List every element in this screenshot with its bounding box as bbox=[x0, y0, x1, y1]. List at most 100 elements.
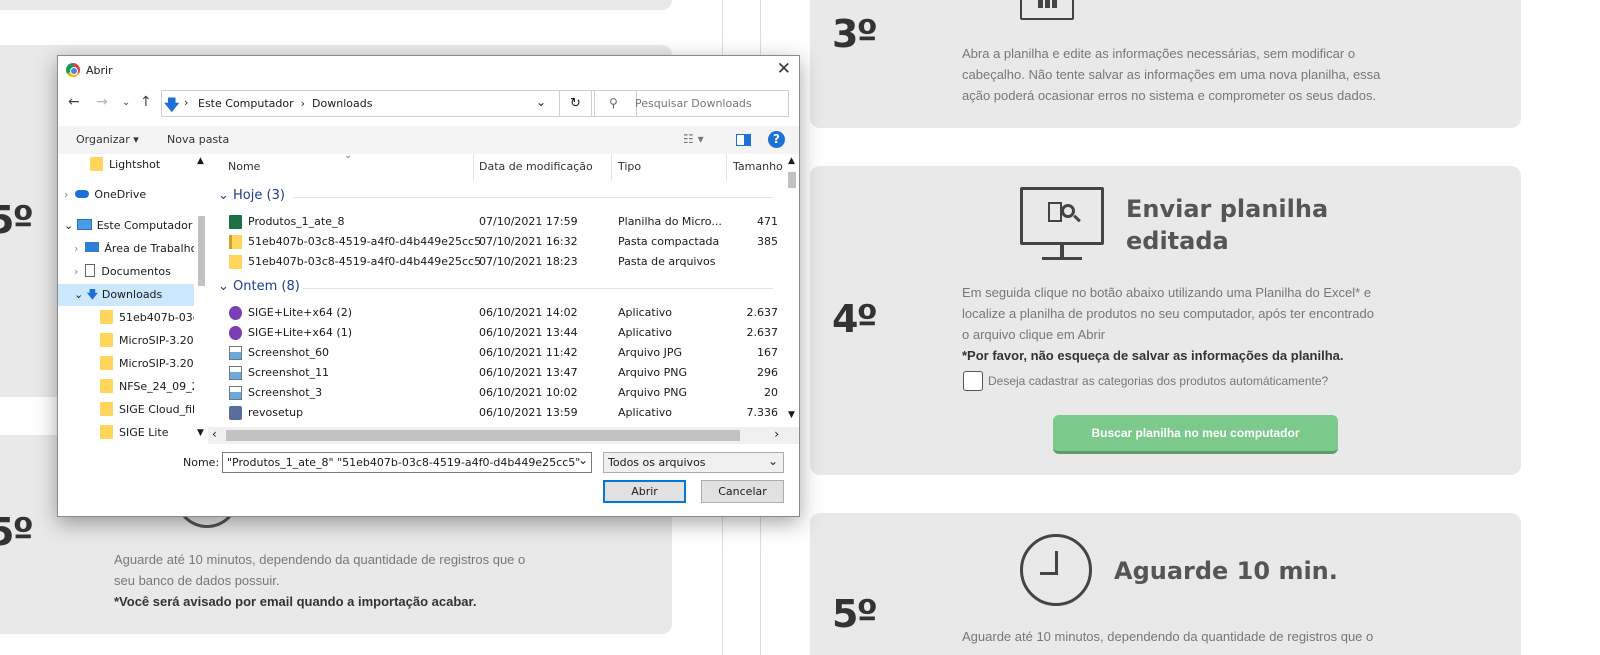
file-name-dropdown-icon[interactable]: ⌄ bbox=[578, 453, 588, 467]
file-name: 51eb407b-03c8-4519-a4f0-d4b449e25cc5 bbox=[248, 255, 482, 268]
tree-item-desktop[interactable]: › Área de Trabalho bbox=[74, 238, 197, 260]
top-left-card bbox=[0, 0, 672, 10]
tree-scroll-thumb[interactable] bbox=[198, 216, 205, 286]
tree-item-onedrive[interactable]: › OneDrive bbox=[64, 184, 146, 206]
image-file-icon bbox=[229, 366, 242, 380]
excel-icon bbox=[229, 215, 242, 229]
file-type: Pasta de arquivos bbox=[618, 255, 716, 268]
file-row[interactable]: SIGE+Lite+x64 (1) 06/10/2021 13:44 Aplic… bbox=[208, 323, 788, 343]
up-arrow-icon[interactable]: ↑ bbox=[140, 94, 152, 110]
group-header-yesterday[interactable]: ⌄ Ontem (8) bbox=[218, 279, 300, 294]
horizontal-scroll-thumb[interactable] bbox=[226, 430, 740, 441]
file-row[interactable]: revosetup 06/10/2021 13:59 Aplicativo 7.… bbox=[208, 403, 788, 423]
search-downloads-input[interactable]: ⚲ Pesquisar Downloads bbox=[594, 90, 789, 117]
tree-item-this-pc[interactable]: ⌄ Este Computador bbox=[64, 215, 192, 237]
group-label: Ontem (8) bbox=[233, 279, 300, 294]
file-size: 471 bbox=[757, 215, 778, 228]
step3-line3: ação poderá ocasionar erros no sistema e… bbox=[962, 88, 1377, 103]
address-chevron-down-icon[interactable]: ⌄ bbox=[536, 95, 546, 109]
cancel-button[interactable]: Cancelar bbox=[701, 480, 784, 503]
file-list: Nome ⌄ Data de modificação Tipo Tamanho … bbox=[208, 154, 799, 427]
forward-arrow-icon[interactable]: → bbox=[96, 94, 108, 110]
preview-pane-icon[interactable] bbox=[736, 134, 751, 146]
list-horizontal-scrollbar[interactable]: ‹ › bbox=[208, 427, 799, 444]
group-header-today[interactable]: ⌄ Hoje (3) bbox=[218, 188, 285, 203]
file-type: Aplicativo bbox=[618, 326, 673, 339]
auto-categories-label: Deseja cadastrar as categorias dos produ… bbox=[988, 374, 1329, 388]
file-name-input[interactable]: "Produtos_1_ate_8" "51eb407b-03c8-4519-a… bbox=[222, 452, 592, 473]
file-row[interactable]: Screenshot_11 06/10/2021 13:47 Arquivo P… bbox=[208, 363, 788, 383]
left-wait-note: *Você será avisado por email quando a im… bbox=[114, 594, 477, 609]
column-name[interactable]: Nome bbox=[228, 160, 260, 173]
folder-icon bbox=[229, 255, 242, 269]
scroll-down-icon[interactable]: ▼ bbox=[197, 428, 204, 438]
close-icon[interactable]: ✕ bbox=[777, 59, 791, 79]
scroll-down-icon[interactable]: ▼ bbox=[788, 410, 795, 420]
file-row[interactable]: 51eb407b-03c8-4519-a4f0-d4b449e25cc5 07/… bbox=[208, 232, 788, 252]
file-row[interactable]: Screenshot_60 06/10/2021 11:42 Arquivo J… bbox=[208, 343, 788, 363]
file-row[interactable]: SIGE+Lite+x64 (2) 06/10/2021 14:02 Aplic… bbox=[208, 303, 788, 323]
search-icon: ⚲ bbox=[609, 96, 618, 110]
tree-item-folder[interactable]: SIGE Lite bbox=[100, 422, 168, 442]
chrome-icon bbox=[66, 63, 80, 77]
column-separator[interactable] bbox=[473, 154, 474, 180]
file-row[interactable]: Screenshot_3 06/10/2021 10:02 Arquivo PN… bbox=[208, 383, 788, 403]
cloud-icon bbox=[75, 190, 90, 198]
file-type-select[interactable]: Todos os arquivos ⌄ bbox=[603, 452, 784, 473]
tree-item-downloads[interactable]: ⌄ 🡇 Downloads bbox=[58, 284, 194, 306]
view-options-icon[interactable]: ☷ ▾ bbox=[683, 132, 704, 146]
scroll-right-icon[interactable]: › bbox=[774, 427, 779, 441]
breadcrumb-computer[interactable]: Este Computador bbox=[198, 97, 294, 110]
column-size[interactable]: Tamanho bbox=[733, 160, 783, 173]
tree-item-folder[interactable]: MicroSIP-3.20.( bbox=[100, 330, 201, 352]
file-row[interactable]: Produtos_1_ate_8 07/10/2021 17:59 Planil… bbox=[208, 212, 788, 232]
file-type: Planilha do Micro... bbox=[618, 215, 722, 228]
refresh-button[interactable]: ↻ bbox=[559, 90, 592, 117]
file-type-value: Todos os arquivos bbox=[608, 456, 706, 469]
file-row[interactable]: 51eb407b-03c8-4519-a4f0-d4b449e25cc5 07/… bbox=[208, 252, 788, 272]
app-icon bbox=[229, 326, 242, 340]
column-separator[interactable] bbox=[611, 154, 612, 180]
image-file-icon bbox=[229, 386, 242, 400]
breadcrumb-downloads[interactable]: Downloads bbox=[312, 97, 372, 110]
step3-text: Abra a planilha e edite as informações n… bbox=[962, 43, 1442, 106]
tree-item-folder[interactable]: 51eb407b-03c8 bbox=[100, 307, 206, 329]
sort-chevron-icon: ⌄ bbox=[344, 154, 353, 161]
help-icon[interactable]: ? bbox=[768, 131, 785, 148]
list-scroll-thumb[interactable] bbox=[788, 172, 796, 188]
step5-number: 5º bbox=[832, 592, 878, 636]
scroll-up-icon[interactable]: ▲ bbox=[788, 156, 795, 166]
group-divider bbox=[293, 197, 773, 198]
recent-chevron-down-icon[interactable]: ⌄ bbox=[122, 97, 130, 108]
tree-scrollbar[interactable]: ▲ ▼ bbox=[194, 154, 208, 442]
column-type[interactable]: Tipo bbox=[618, 160, 641, 173]
browse-spreadsheet-button[interactable]: Buscar planilha no meu computador bbox=[1053, 415, 1338, 454]
collapse-chevron-icon: ⌄ bbox=[74, 288, 87, 301]
auto-categories-checkbox[interactable] bbox=[963, 371, 983, 391]
tree-item-folder[interactable]: NFSe_24_09_21 bbox=[100, 376, 206, 398]
app-icon bbox=[229, 306, 242, 320]
open-button[interactable]: Abrir bbox=[603, 480, 686, 503]
new-folder-button[interactable]: Nova pasta bbox=[167, 133, 229, 146]
column-separator[interactable] bbox=[726, 154, 727, 180]
file-size: 167 bbox=[757, 346, 778, 359]
spreadsheet-icon bbox=[1020, 0, 1074, 20]
file-name: revosetup bbox=[248, 406, 304, 419]
file-size: 2.637 bbox=[746, 326, 779, 339]
file-name: SIGE+Lite+x64 (2) bbox=[248, 306, 352, 319]
scroll-up-icon[interactable]: ▲ bbox=[197, 156, 204, 166]
list-scrollbar[interactable]: ▲ ▼ bbox=[785, 154, 799, 427]
tree-item-folder[interactable]: SIGE Cloud_file bbox=[100, 399, 202, 421]
tree-item-documents[interactable]: › Documentos bbox=[74, 261, 171, 283]
open-file-dialog: Abrir ✕ ← → ⌄ ↑ 🡇 › Este Computador › Do… bbox=[57, 55, 800, 517]
left-wait-text: Aguarde até 10 minutos, dependendo da qu… bbox=[114, 549, 594, 612]
tree-label: NFSe_24_09_21 bbox=[119, 380, 206, 393]
tree-item-lightshot[interactable]: Lightshot bbox=[90, 154, 160, 176]
tree-item-folder[interactable]: MicroSIP-3.20.( bbox=[100, 353, 201, 375]
column-date[interactable]: Data de modificação bbox=[479, 160, 593, 173]
scroll-left-icon[interactable]: ‹ bbox=[212, 427, 217, 441]
back-arrow-icon[interactable]: ← bbox=[68, 94, 80, 110]
left-wait-step-number: 5º bbox=[0, 510, 34, 554]
organize-menu[interactable]: Organizar ▾ bbox=[76, 133, 139, 146]
file-name: Produtos_1_ate_8 bbox=[248, 215, 345, 228]
